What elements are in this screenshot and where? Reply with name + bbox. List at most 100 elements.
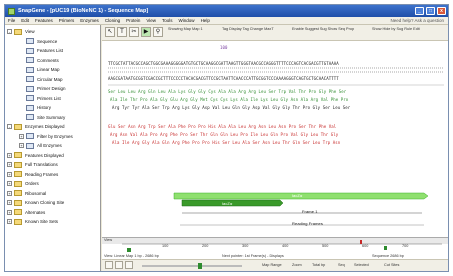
tree-item-label: Linear Map [37,67,60,72]
folder-icon [14,171,22,177]
tree-item-label: Circular Map [37,76,63,82]
tree-item[interactable]: + Known Cloning Site [7,199,64,206]
bottom-toolbar: Map Range Zoom Total bp Seq Selected Cut… [102,259,448,271]
tree-item-label: Primers List [37,95,61,101]
bottom-label-seq: Seq [338,263,345,267]
expand-icon[interactable]: + [7,152,12,158]
next-page-icon[interactable] [125,261,133,269]
folder-icon [14,199,22,206]
menu-primers[interactable]: Primers [59,18,75,23]
collapse-icon[interactable]: - [7,124,12,129]
overview-mark-a [127,248,131,252]
expand-icon[interactable]: + [7,209,12,215]
tree-item[interactable]: Primer Design [19,85,66,92]
folder-icon [14,161,22,168]
tree-item[interactable]: - View [7,28,35,35]
ruler-label-300: 300 [242,244,249,248]
tree-item[interactable]: Features List [19,47,63,54]
first-page-icon[interactable] [105,261,113,269]
expand-icon[interactable]: + [7,181,12,186]
toolbar-label-d: Show Hide by Sug Rule Edit [372,27,420,31]
window-title: SnapGene - [pUC19 (BioNeNC 1) - Sequence… [18,8,149,14]
expand-icon[interactable]: + [7,219,12,224]
title-bar: SnapGene - [pUC19 (BioNeNC 1) - Sequence… [5,5,448,17]
ruler-bar [102,238,448,244]
tree-item-label: Reading Frames [25,171,59,177]
tree-item[interactable]: - Enzymes Displayed [7,123,65,130]
lacz-subfeature-arrow[interactable] [181,199,284,207]
tree-item-label: All Enzymes [37,143,62,148]
zoom-tool-icon[interactable]: ⚲ [153,27,163,37]
page-icon [26,104,34,111]
tree-item[interactable]: + Alternates [7,209,45,216]
status-right: Sequence 2686 bp [372,254,404,258]
menu-cloning[interactable]: Cloning [105,18,120,23]
ruler-label-view: View [104,238,113,242]
tree-item-label: Orders [25,181,39,186]
zoom-slider-track[interactable] [142,265,242,267]
tree-item[interactable]: Comments [19,57,59,64]
menu-window[interactable]: Window [179,18,195,23]
expand-icon[interactable]: + [19,143,24,148]
menu-file[interactable]: File [8,18,15,23]
menu-view[interactable]: View [146,18,156,23]
close-button[interactable]: x [437,7,446,15]
expand-icon[interactable]: + [7,171,12,177]
page-icon [26,85,34,92]
tree-item[interactable]: Circular Map [19,76,63,83]
tree-item[interactable]: Sequence [19,38,57,45]
text-tool-icon[interactable]: T [117,27,127,37]
tree-item-label: Ribosomal [25,190,47,196]
ruler-label-600: 600 [362,244,369,248]
tree-item[interactable]: Site Summary [19,114,65,121]
minimize-button[interactable]: _ [415,7,424,15]
folder-icon [14,123,22,130]
tree-item[interactable]: Linear Map [19,66,60,73]
tree-item[interactable]: + Known Site Sets [7,218,58,225]
expand-icon[interactable]: + [19,133,24,139]
tree-item[interactable]: + Orders [7,180,39,187]
tree-item-label: Comments [37,57,59,63]
page-icon [26,142,34,149]
enzyme-tool-icon[interactable]: ✂ [129,27,139,37]
bottom-label-selected: Selected [354,263,369,267]
feature-label-2: lacZα [222,201,233,206]
feature-tool-icon[interactable]: ▶ [141,27,151,37]
tree-item[interactable]: + All Enzymes [19,142,62,149]
sequence-viewer[interactable]: 100 TTCGCTATTACGCCAGCTGGCGAAAGGGGGATGTGC… [102,41,448,237]
tree-item[interactable]: + Reading Frames [7,171,58,178]
menu-bar: File Edit Features Primers Enzymes Cloni… [5,17,448,25]
overview-mark-c [384,246,387,250]
tree-item[interactable]: Primers List [19,95,61,102]
menu-tools[interactable]: Tools [162,18,173,23]
collapse-icon[interactable]: - [7,29,12,34]
zoom-slider-thumb[interactable] [198,263,202,269]
menu-enzymes[interactable]: Enzymes [80,18,99,23]
expand-icon[interactable]: + [7,162,12,167]
page-icon [26,66,34,73]
orf-label: Frame 1 [302,209,318,214]
help-link[interactable]: Need help? Ask a question [390,18,444,23]
expand-icon[interactable]: + [7,200,12,205]
maximize-button[interactable]: □ [426,7,435,15]
sequence-graphics [108,67,444,226]
menu-protein[interactable]: Protein [126,18,140,23]
tree-item-label: Sequence [37,38,58,44]
app-icon [8,7,15,15]
menu-edit[interactable]: Edit [21,18,29,23]
tree-item[interactable]: + Features Displayed [7,152,64,159]
tree-item[interactable]: + Ribosomal [7,190,46,197]
tree-item[interactable]: History [19,104,51,111]
cursor-tool-icon[interactable]: ↖ [105,27,115,37]
tree-item[interactable]: + Filter by Enzymes [19,133,73,140]
folder-icon [14,209,22,215]
toolbar-label-c: Enable Suggest Sug Show Seq Prop [292,27,355,31]
tree-item-label: Features List [37,48,64,53]
prev-page-icon[interactable] [115,261,123,269]
tree-item-label: Filter by Enzymes [37,133,73,139]
expand-icon[interactable]: + [7,190,12,196]
tree-item[interactable]: + Full Translations [7,161,58,168]
page-icon [26,38,34,44]
menu-help[interactable]: Help [201,18,210,23]
menu-features[interactable]: Features [35,18,53,23]
